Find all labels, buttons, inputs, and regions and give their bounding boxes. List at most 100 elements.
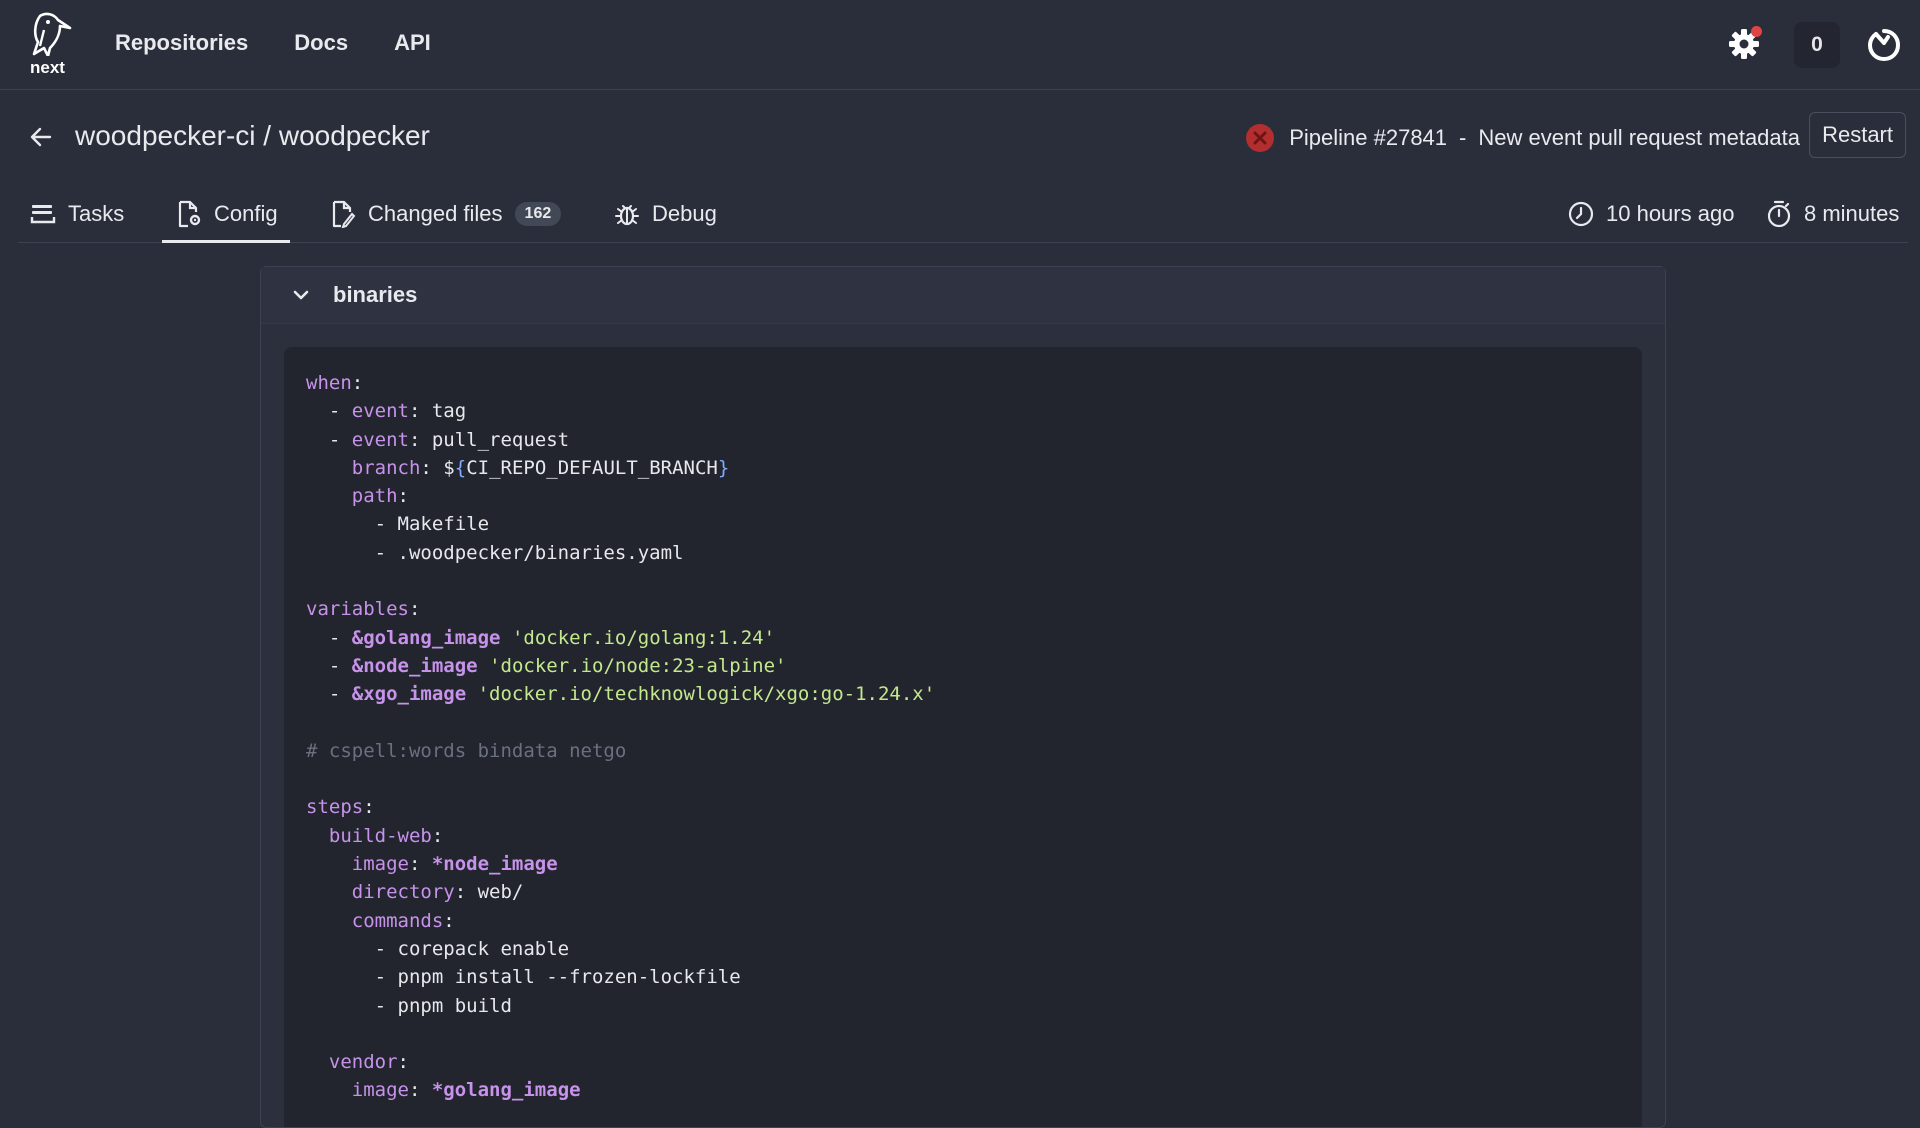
config-file-icon	[178, 200, 201, 227]
tab-config-label: Config	[214, 200, 278, 226]
code-token: &xgo_image	[351, 683, 467, 706]
pipeline-info: Pipeline #27841 - New event pull request…	[1245, 120, 1800, 156]
code-token: 'docker.io/node:23-alpine'	[489, 654, 787, 677]
code-line: variables:	[306, 595, 1620, 623]
running-count-badge[interactable]: 0	[1794, 21, 1840, 68]
stopwatch-icon	[1767, 200, 1791, 227]
code-token: -	[306, 428, 352, 451]
code-line: build-web:	[306, 822, 1620, 850]
code-token: image	[351, 1079, 409, 1102]
code-line: branch: ${CI_REPO_DEFAULT_BRANCH}	[306, 454, 1620, 482]
pipeline-duration-text: 8 minutes	[1804, 200, 1900, 226]
code-token: : web/	[454, 881, 524, 904]
nav-docs[interactable]: Docs	[294, 30, 348, 56]
code-token: *golang_image	[431, 1079, 581, 1102]
code-token: commands	[351, 909, 444, 932]
code-token: event	[351, 400, 409, 423]
code-token: : tag	[408, 400, 467, 423]
code-token: directory	[351, 881, 455, 904]
code-token: -	[306, 654, 352, 677]
pipeline-tabs: Tasks Config Changed files 162 Debug 10	[18, 185, 1908, 243]
code-token: -	[306, 400, 352, 423]
code-token: :	[408, 598, 421, 621]
tab-changed-files-label: Changed files	[368, 200, 503, 226]
code-line: - event: pull_request	[306, 426, 1620, 454]
code-token: - pnpm install --frozen-lockfile	[306, 966, 741, 989]
tab-debug[interactable]: Debug	[614, 185, 717, 242]
code-token: when	[306, 372, 352, 394]
pipeline-created-text: 10 hours ago	[1606, 200, 1735, 226]
changed-files-icon	[332, 200, 356, 228]
code-token: 'docker.io/golang:1.24'	[511, 626, 776, 649]
tab-changed-files[interactable]: Changed files 162	[330, 185, 562, 242]
code-token: : $	[420, 456, 455, 479]
nav-repositories[interactable]: Repositories	[115, 30, 248, 56]
top-navbar: next Repositories Docs API 0	[0, 0, 1920, 90]
code-line: - event: tag	[306, 397, 1620, 425]
code-token: - corepack enable	[306, 937, 570, 960]
top-right-actions: 0	[1728, 0, 1920, 89]
code-line: - &xgo_image 'docker.io/techknowlogick/x…	[306, 680, 1620, 708]
code-token: -	[306, 683, 352, 706]
code-token: branch	[351, 456, 421, 479]
code-token: variables	[306, 598, 409, 621]
chevron-down-icon	[293, 290, 309, 300]
code-line: - Makefile	[306, 510, 1620, 538]
pipeline-header: woodpecker-ci / woodpecker Pipeline #278…	[0, 90, 1920, 185]
user-avatar[interactable]	[1866, 27, 1902, 63]
restart-button[interactable]: Restart	[1809, 112, 1906, 158]
config-panel-header[interactable]: binaries	[261, 267, 1665, 324]
code-token: : pull_request	[408, 428, 570, 451]
code-token: :	[363, 796, 375, 819]
bug-icon	[615, 204, 639, 225]
clock-icon	[1568, 201, 1594, 226]
code-token: }	[717, 456, 730, 479]
code-line: - .woodpecker/binaries.yaml	[306, 539, 1620, 567]
user-avatar-icon	[1867, 28, 1901, 61]
code-token: -	[306, 626, 352, 649]
pipeline-number: Pipeline #27841	[1289, 125, 1448, 150]
code-token: path	[351, 485, 398, 508]
code-token: event	[351, 428, 409, 451]
code-line: # cspell:words bindata netgo	[306, 737, 1620, 765]
nav-api[interactable]: API	[394, 30, 431, 56]
code-line: directory: web/	[306, 878, 1620, 906]
code-line: commands:	[306, 907, 1620, 935]
settings-button[interactable]	[1728, 25, 1762, 62]
code-token: :	[397, 485, 409, 508]
code-token: :	[397, 1051, 409, 1074]
code-line: - corepack enable	[306, 935, 1620, 963]
code-token: - Makefile	[306, 513, 490, 536]
pipeline-separator: -	[1459, 125, 1467, 150]
code-line: path:	[306, 482, 1620, 510]
config-code-block: when: - event: tag - event: pull_request…	[284, 347, 1642, 1127]
tab-config[interactable]: Config	[162, 185, 290, 243]
code-token: vendor	[328, 1051, 398, 1074]
config-panel: binaries when: - event: tag - event: pul…	[260, 266, 1666, 1128]
woodpecker-logo[interactable]: next	[26, 12, 76, 78]
repo-title[interactable]: woodpecker-ci / woodpecker	[75, 120, 430, 152]
tab-tasks[interactable]: Tasks	[30, 185, 124, 242]
code-token: build-web	[328, 824, 432, 847]
code-line: image: *node_image	[306, 850, 1620, 878]
back-arrow-icon[interactable]	[28, 124, 54, 150]
code-line: image: *golang_image	[306, 1076, 1620, 1104]
code-token: :	[408, 853, 432, 876]
code-token: 'docker.io/techknowlogick/xgo:go-1.24.x'	[477, 683, 936, 706]
changed-files-count-badge: 162	[514, 201, 562, 226]
pipeline-failed-icon	[1246, 124, 1275, 152]
